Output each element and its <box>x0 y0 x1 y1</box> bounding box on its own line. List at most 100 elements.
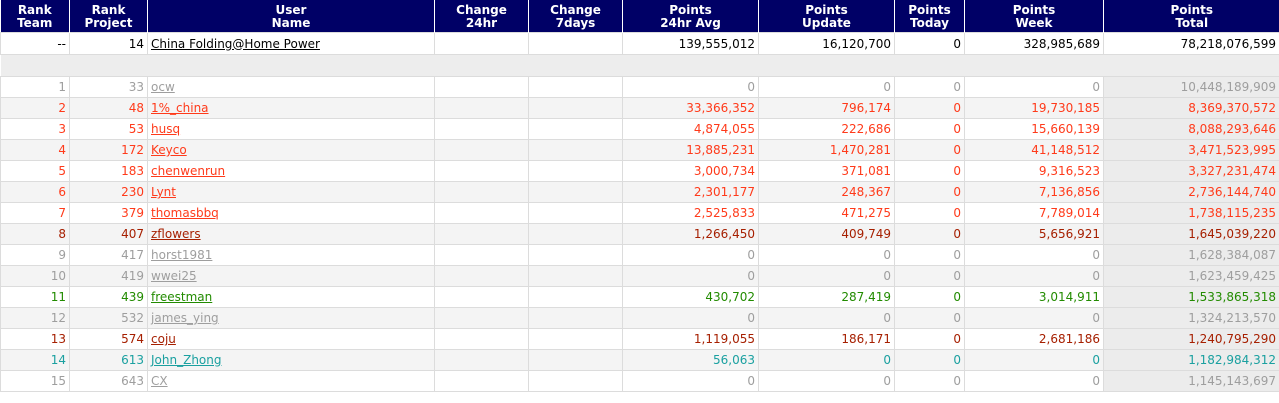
points-week-cell: 7,789,014 <box>964 202 1104 224</box>
rank-team-cell: 8 <box>0 223 70 245</box>
points-week-cell: 0 <box>964 370 1104 392</box>
points-total-cell: 1,628,384,087 <box>1103 244 1279 266</box>
points-week-cell: 9,316,523 <box>964 160 1104 182</box>
column-header-sublabel: 24hr Avg <box>660 16 721 30</box>
points-week-cell: 19,730,185 <box>964 97 1104 119</box>
team-name-link[interactable]: China Folding@Home Power <box>151 37 320 51</box>
change-24hr-cell <box>434 181 529 203</box>
user-name-link[interactable]: Lynt <box>151 185 176 199</box>
points-total-cell: 10,448,189,909 <box>1103 76 1279 98</box>
column-header-rank-project[interactable]: Rank Project <box>69 0 148 33</box>
change-7days-cell <box>528 32 623 55</box>
column-header-points-24hr-avg[interactable]: Points 24hr Avg <box>622 0 759 33</box>
change-7days-cell <box>528 76 623 98</box>
rank-project-cell: 419 <box>69 265 148 287</box>
change-7days-cell <box>528 328 623 350</box>
user-name-cell: Keyco <box>147 139 435 161</box>
user-name-link[interactable]: ocw <box>151 80 175 94</box>
change-24hr-cell <box>434 244 529 266</box>
change-24hr-cell <box>434 370 529 392</box>
rank-team-cell: -- <box>0 32 70 55</box>
user-name-link[interactable]: Keyco <box>151 143 187 157</box>
user-name-link[interactable]: CX <box>151 374 168 388</box>
change-24hr-cell <box>434 97 529 119</box>
member-row: 8 407 zflowers 1,266,450 409,749 0 5,656,921 1,… <box>0 223 1279 245</box>
member-row: 15 643 CX 0 0 0 0 1,145,143,697 <box>0 370 1279 392</box>
user-name-link[interactable]: 1%_china <box>151 101 209 115</box>
change-7days-cell <box>528 286 623 308</box>
points-today-cell: 0 <box>894 97 965 119</box>
column-header-label: Rank <box>17 3 52 17</box>
user-name-link[interactable]: freestman <box>151 290 212 304</box>
user-name-link[interactable]: John_Zhong <box>151 353 221 367</box>
points-week-cell: 15,660,139 <box>964 118 1104 140</box>
column-header-sublabel: Project <box>84 16 133 30</box>
points-total-cell: 1,145,143,697 <box>1103 370 1279 392</box>
column-header-points-today[interactable]: Points Today <box>894 0 965 33</box>
points-total-cell: 3,471,523,995 <box>1103 139 1279 161</box>
points-week-cell: 0 <box>964 76 1104 98</box>
points-today-cell: 0 <box>894 370 965 392</box>
user-name-cell: John_Zhong <box>147 349 435 371</box>
rank-project-cell: 379 <box>69 202 148 224</box>
user-name-link[interactable]: zflowers <box>151 227 201 241</box>
rank-team-cell: 11 <box>0 286 70 308</box>
points-total-cell: 1,182,984,312 <box>1103 349 1279 371</box>
points-update-cell: 0 <box>758 244 895 266</box>
rank-team-cell: 13 <box>0 328 70 350</box>
column-header-user-name[interactable]: User Name <box>147 0 435 33</box>
column-header-change-24hr[interactable]: Change 24hr <box>434 0 529 33</box>
column-header-rank-team[interactable]: Rank Team <box>0 0 70 33</box>
column-header-label: Points <box>1170 3 1214 17</box>
column-header-sublabel: 7days <box>555 16 596 30</box>
rank-project-cell: 613 <box>69 349 148 371</box>
rank-team-cell: 10 <box>0 265 70 287</box>
column-header-sublabel: 24hr <box>465 16 498 30</box>
user-name-link[interactable]: james_ying <box>151 311 219 325</box>
user-name-link[interactable]: husq <box>151 122 180 136</box>
user-name-cell: Lynt <box>147 181 435 203</box>
change-7days-cell <box>528 244 623 266</box>
rank-team-cell: 4 <box>0 139 70 161</box>
user-name-cell: thomasbbq <box>147 202 435 224</box>
points-24hr-avg-cell: 2,301,177 <box>622 181 759 203</box>
points-today-cell: 0 <box>894 181 965 203</box>
user-name-link[interactable]: wwei25 <box>151 269 197 283</box>
member-row: 5 183 chenwenrun 3,000,734 371,081 0 9,316,523… <box>0 160 1279 182</box>
points-week-cell: 7,136,856 <box>964 181 1104 203</box>
points-week-cell: 0 <box>964 265 1104 287</box>
user-name-link[interactable]: chenwenrun <box>151 164 225 178</box>
user-name-link[interactable]: thomasbbq <box>151 206 219 220</box>
rank-project-cell: 48 <box>69 97 148 119</box>
column-header-points-update[interactable]: Points Update <box>758 0 895 33</box>
column-header-change-7days[interactable]: Change 7days <box>528 0 623 33</box>
member-row: 1 33 ocw 0 0 0 0 10,448,189,909 <box>0 76 1279 98</box>
change-24hr-cell <box>434 328 529 350</box>
points-total-cell: 1,623,459,425 <box>1103 265 1279 287</box>
separator-cell <box>0 54 1279 77</box>
user-name-cell: CX <box>147 370 435 392</box>
points-week-cell: 0 <box>964 349 1104 371</box>
member-row: 11 439 freestman 430,702 287,419 0 3,014,911 1,… <box>0 286 1279 308</box>
column-header-points-week[interactable]: Points Week <box>964 0 1104 33</box>
column-header-points-total[interactable]: Points Total <box>1103 0 1279 33</box>
change-7days-cell <box>528 370 623 392</box>
change-24hr-cell <box>434 265 529 287</box>
rank-project-cell: 14 <box>69 32 148 55</box>
points-update-cell: 796,174 <box>758 97 895 119</box>
points-24hr-avg-cell: 56,063 <box>622 349 759 371</box>
points-today-cell: 0 <box>894 118 965 140</box>
user-name-link[interactable]: coju <box>151 332 176 346</box>
column-header-label: Change <box>550 3 601 17</box>
change-24hr-cell <box>434 32 529 55</box>
user-name-cell: coju <box>147 328 435 350</box>
rank-team-cell: 15 <box>0 370 70 392</box>
change-7days-cell <box>528 265 623 287</box>
change-24hr-cell <box>434 118 529 140</box>
points-week-cell: 3,014,911 <box>964 286 1104 308</box>
user-name-link[interactable]: horst1981 <box>151 248 212 262</box>
rank-team-cell: 3 <box>0 118 70 140</box>
points-24hr-avg-cell: 0 <box>622 370 759 392</box>
rank-team-cell: 7 <box>0 202 70 224</box>
points-update-cell: 471,275 <box>758 202 895 224</box>
